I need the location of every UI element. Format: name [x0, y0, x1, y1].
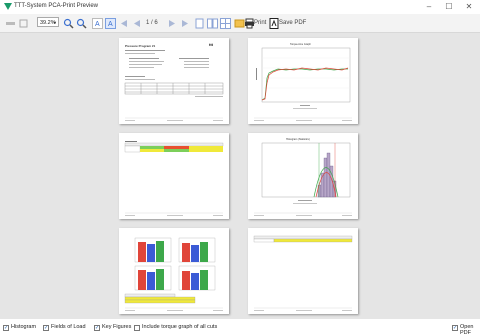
include-torque-graph-label: Include torque graph of all cuts [142, 324, 218, 330]
zoom-out-icon[interactable] [75, 17, 88, 30]
svg-text:A: A [95, 21, 100, 28]
key-figures-checkbox[interactable]: ✓ [94, 325, 100, 331]
fields-of-load-checkbox[interactable]: ✓ [43, 325, 49, 331]
preview-page-3[interactable] [119, 133, 229, 219]
page-indicator: 1 / 6 [146, 20, 158, 26]
maximize-button[interactable]: ☐ [440, 1, 458, 13]
options-bar: ✓ Histogram ✓ Fields of Load ✓ Key Figur… [0, 320, 480, 336]
preview-page-5[interactable] [119, 228, 229, 314]
page-layout-a-icon[interactable]: A [104, 17, 117, 30]
single-page-view-icon[interactable] [193, 17, 206, 30]
svg-text:ttt: ttt [209, 42, 214, 47]
window-title: TTT-System PCA-Print Preview [14, 3, 99, 9]
key-figures-label: Key Figures [102, 324, 132, 330]
preview-page-1[interactable]: Pressure Program #1 ttt [119, 38, 229, 124]
zoom-select[interactable]: 39.2% ▼ [37, 17, 59, 27]
print-preview-area[interactable]: Pressure Program #1 ttt Torque-time Grap… [0, 33, 480, 319]
svg-text:A: A [108, 21, 113, 28]
fit-page-icon[interactable] [17, 17, 30, 30]
close-button[interactable]: ✕ [460, 1, 478, 13]
font-a-icon[interactable]: A [91, 17, 104, 30]
zoom-in-icon[interactable] [62, 17, 75, 30]
toolbar: 39.2% ▼ A A 1 / 6 Print Save PDF [0, 14, 480, 33]
preview-page-2[interactable]: Torque-time Graph [248, 38, 358, 124]
open-pdf-label: Open PDF [460, 324, 474, 336]
preview-page-6[interactable] [248, 228, 358, 314]
next-page-icon[interactable] [166, 17, 179, 30]
grid-view-icon[interactable] [219, 17, 232, 30]
chevron-down-icon: ▼ [53, 20, 57, 25]
first-page-icon[interactable] [4, 17, 17, 30]
two-page-view-icon[interactable] [206, 17, 219, 30]
include-torque-graph-checkbox[interactable] [134, 325, 140, 331]
app-logo-icon [4, 3, 12, 10]
minimize-button[interactable]: – [420, 1, 438, 13]
previous-icon[interactable] [130, 17, 143, 30]
last-page-icon[interactable] [179, 17, 192, 30]
save-pdf-button[interactable]: Save PDF [279, 17, 306, 29]
print-button[interactable]: Print [254, 17, 266, 29]
open-pdf-checkbox[interactable]: ✓ [452, 325, 458, 331]
previous-page-icon[interactable] [117, 17, 130, 30]
preview-page-4[interactable]: Histogram (Statistics) [248, 133, 358, 219]
title-bar: TTT-System PCA-Print Preview – ☐ ✕ [0, 0, 480, 14]
histogram-checkbox[interactable]: ✓ [3, 325, 9, 331]
histogram-label: Histogram [11, 324, 37, 330]
fields-of-load-label: Fields of Load [51, 324, 86, 330]
